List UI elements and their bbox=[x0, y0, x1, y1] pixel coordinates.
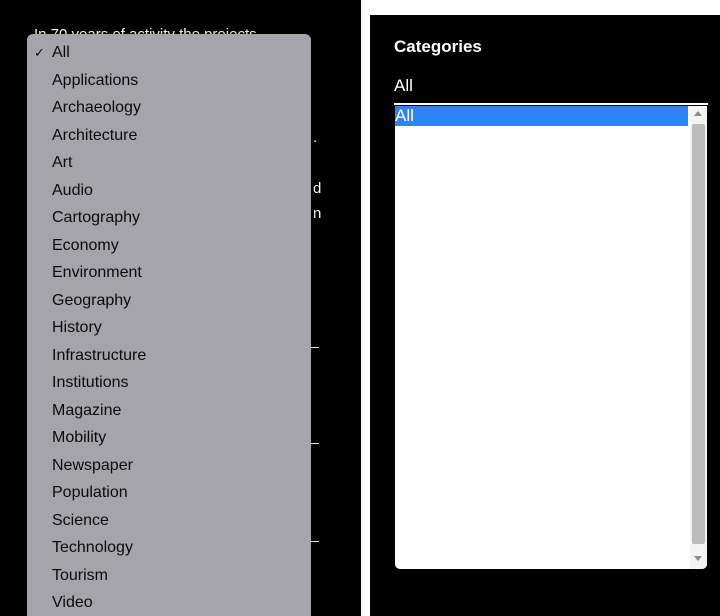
listbox-scrollbar[interactable] bbox=[690, 106, 707, 569]
background-divider bbox=[311, 347, 319, 348]
category-listbox[interactable]: All bbox=[395, 106, 707, 569]
listbox-option-label: All bbox=[395, 106, 414, 125]
category-dropdown-menu: ✓ All Applications Archaeology Architecture A… bbox=[27, 34, 311, 616]
background-divider bbox=[311, 541, 319, 542]
menu-item-label: Tourism bbox=[52, 566, 109, 584]
menu-item[interactable]: Population bbox=[27, 479, 311, 506]
background-divider bbox=[311, 443, 319, 444]
menu-item[interactable]: Newspaper bbox=[27, 452, 311, 479]
menu-item[interactable]: ✓ All bbox=[27, 39, 311, 66]
menu-item[interactable]: Audio bbox=[27, 177, 311, 204]
menu-item-label: Video bbox=[52, 594, 93, 611]
menu-item-label: Infrastructure bbox=[52, 346, 147, 364]
menu-item-label: Applications bbox=[52, 71, 139, 89]
menu-item[interactable]: Mobility bbox=[27, 424, 311, 451]
menu-item-label: Population bbox=[52, 484, 128, 501]
menu-item[interactable]: Institutions bbox=[27, 369, 311, 396]
background-text-fragment: d bbox=[313, 180, 322, 197]
left-panel: In 70 years of activity the projects . d… bbox=[0, 0, 361, 616]
menu-item[interactable]: Technology bbox=[27, 534, 311, 561]
menu-item[interactable]: Cartography bbox=[27, 204, 311, 231]
menu-item-label: Economy bbox=[52, 236, 119, 254]
menu-item[interactable]: Archaeology bbox=[27, 94, 311, 121]
menu-item[interactable]: Environment bbox=[27, 259, 311, 286]
menu-item[interactable]: Economy bbox=[27, 232, 311, 259]
menu-item-label: Architecture bbox=[52, 126, 138, 144]
checkmark-icon: ✓ bbox=[34, 45, 45, 60]
scroll-down-arrow-icon[interactable] bbox=[694, 556, 702, 561]
menu-item[interactable]: Tourism bbox=[27, 562, 311, 589]
menu-item-label: History bbox=[52, 319, 102, 336]
menu-item[interactable]: History bbox=[27, 314, 311, 341]
menu-item-label: Geography bbox=[52, 291, 132, 309]
menu-item[interactable]: Architecture bbox=[27, 122, 311, 149]
scrollbar-thumb[interactable] bbox=[692, 124, 705, 544]
categories-title: Categories bbox=[394, 37, 482, 56]
background-text-fragment: n bbox=[313, 205, 322, 222]
menu-item-label: Archaeology bbox=[52, 99, 141, 116]
listbox-option-selected[interactable]: All bbox=[395, 106, 688, 126]
menu-item-label: Newspaper bbox=[52, 456, 133, 474]
menu-item-label: Technology bbox=[52, 539, 133, 556]
menu-item-label: Mobility bbox=[52, 429, 107, 446]
menu-item[interactable]: Magazine bbox=[27, 397, 311, 424]
menu-item-label: Science bbox=[52, 511, 109, 529]
menu-item[interactable]: Science bbox=[27, 507, 311, 534]
menu-item-label: Magazine bbox=[52, 401, 122, 419]
scroll-up-arrow-icon[interactable] bbox=[694, 111, 702, 116]
menu-item-label: Cartography bbox=[52, 209, 141, 226]
menu-item[interactable]: Geography bbox=[27, 287, 311, 314]
menu-item[interactable]: Video bbox=[27, 589, 311, 616]
menu-item-label: Audio bbox=[52, 181, 93, 199]
category-select[interactable]: All bbox=[394, 76, 413, 96]
panel-divider bbox=[361, 0, 370, 616]
menu-item-label: Environment bbox=[52, 264, 142, 281]
select-underline bbox=[394, 103, 708, 105]
menu-item[interactable]: Art bbox=[27, 149, 311, 176]
menu-item-label: Institutions bbox=[52, 374, 129, 391]
right-panel: Categories All All bbox=[370, 15, 720, 616]
menu-item[interactable]: Infrastructure bbox=[27, 342, 311, 369]
menu-item-label: All bbox=[52, 44, 70, 61]
menu-item[interactable]: Applications bbox=[27, 67, 311, 94]
background-text-fragment: . bbox=[313, 129, 318, 146]
menu-item-label: Art bbox=[52, 154, 73, 171]
